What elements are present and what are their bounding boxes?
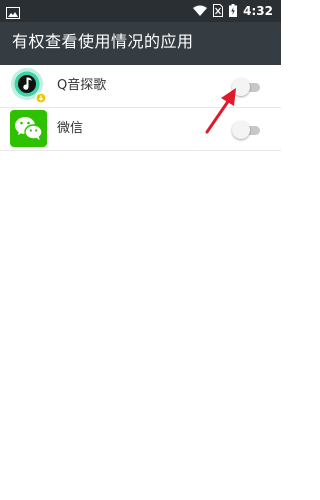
app-name-label: 微信 [57, 121, 84, 136]
image-icon [6, 4, 20, 19]
no-sim-icon [213, 2, 224, 21]
status-time: 4:32 [243, 4, 273, 18]
status-bar: 4:32 [0, 0, 281, 22]
annotation-arrow-icon [205, 88, 236, 134]
app-name-label: Q音探歌 [57, 78, 107, 93]
q-music-icon [10, 67, 47, 104]
app-bar: 有权查看使用情况的应用 [0, 22, 281, 65]
battery-charging-icon [229, 2, 238, 21]
wechat-icon [10, 110, 47, 147]
page-title: 有权查看使用情况的应用 [12, 32, 194, 51]
wifi-icon [193, 2, 208, 21]
